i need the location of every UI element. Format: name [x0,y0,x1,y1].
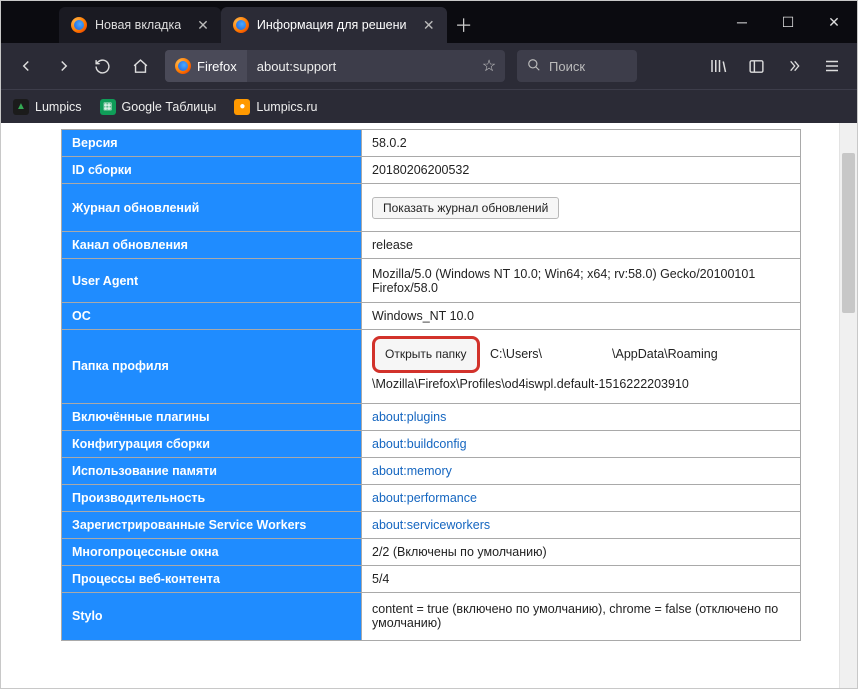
row-update-log: Журнал обновлений Показать журнал обновл… [62,184,801,232]
tab-new[interactable]: Новая вкладка ✕ [59,7,221,43]
search-icon [527,58,541,75]
row-label: Использование памяти [62,457,362,484]
row-performance: Производительность about:performance [62,484,801,511]
profile-path-part: \AppData\Roaming [612,347,718,361]
about-memory-link[interactable]: about:memory [372,464,452,478]
url-text[interactable]: about:support [247,59,473,74]
row-user-agent: User Agent Mozilla/5.0 (Windows NT 10.0;… [62,259,801,303]
row-value: Windows_NT 10.0 [362,303,801,330]
row-label: Конфигурация сборки [62,430,362,457]
row-label: Процессы веб-контента [62,565,362,592]
about-plugins-link[interactable]: about:plugins [372,410,446,424]
overflow-button[interactable] [777,50,811,82]
row-value: 20180206200532 [362,157,801,184]
row-label: Зарегистрированные Service Workers [62,511,362,538]
identity-box[interactable]: Firefox [165,50,247,82]
row-label: Включённые плагины [62,403,362,430]
row-multiprocess: Многопроцессные окна 2/2 (Включены по ум… [62,538,801,565]
close-window-button[interactable]: ✕ [811,1,857,43]
firefox-icon [71,17,87,33]
bookmark-lumpics[interactable]: ▲ Lumpics [13,99,82,115]
tab-label: Информация для решения пр [257,18,407,32]
firefox-icon [175,58,191,74]
row-value: 2/2 (Включены по умолчанию) [362,538,801,565]
row-channel: Канал обновления release [62,232,801,259]
row-value: release [362,232,801,259]
tab-strip: Новая вкладка ✕ Информация для решения п… [1,1,857,43]
home-button[interactable] [123,50,157,82]
identity-label: Firefox [197,59,237,74]
triangle-icon: ▲ [13,99,29,115]
row-service-workers: Зарегистрированные Service Workers about… [62,511,801,538]
row-label: Версия [62,130,362,157]
bookmark-lumpics-ru[interactable]: ● Lumpics.ru [234,99,317,115]
row-web-content-processes: Процессы веб-контента 5/4 [62,565,801,592]
sheets-icon: ▦ [100,99,116,115]
bookmarks-bar: ▲ Lumpics ▦ Google Таблицы ● Lumpics.ru [1,89,857,123]
forward-button[interactable] [47,50,81,82]
bookmark-label: Lumpics.ru [256,100,317,114]
bookmark-star-icon[interactable]: ☆ [473,56,505,76]
row-label: Stylo [62,592,362,640]
row-value: Показать журнал обновлений [362,184,801,232]
scrollbar-thumb[interactable] [842,153,855,313]
reload-button[interactable] [85,50,119,82]
row-label: Производительность [62,484,362,511]
url-bar[interactable]: Firefox about:support ☆ [165,50,505,82]
row-label: ID сборки [62,157,362,184]
maximize-button[interactable]: ☐ [765,1,811,43]
support-table: Версия 58.0.2 ID сборки 20180206200532 Ж… [61,129,801,641]
row-stylo: Stylo content = true (включено по умолча… [62,592,801,640]
bookmark-label: Google Таблицы [122,100,217,114]
tab-about-support[interactable]: Информация для решения пр ✕ [221,7,447,43]
row-value: 5/4 [362,565,801,592]
row-label: Многопроцессные окна [62,538,362,565]
about-serviceworkers-link[interactable]: about:serviceworkers [372,518,490,532]
row-os: ОС Windows_NT 10.0 [62,303,801,330]
window-controls: ─ ☐ ✕ [719,1,857,43]
row-version: Версия 58.0.2 [62,130,801,157]
row-value: 58.0.2 [362,130,801,157]
page-content: Версия 58.0.2 ID сборки 20180206200532 Ж… [1,123,857,688]
tab-label: Новая вкладка [95,18,181,32]
close-icon[interactable]: ✕ [423,17,435,34]
profile-path-part: C:\Users\ [490,347,542,361]
row-profile-folder: Папка профиля Открыть папку C:\Users\ \Ap… [62,330,801,404]
profile-path-part: \Mozilla\Firefox\Profiles\od4iswpl.defau… [372,377,689,391]
bookmark-google-sheets[interactable]: ▦ Google Таблицы [100,99,217,115]
bookmark-label: Lumpics [35,100,82,114]
row-label: User Agent [62,259,362,303]
row-buildconfig: Конфигурация сборки about:buildconfig [62,430,801,457]
globe-icon: ● [234,99,250,115]
minimize-button[interactable]: ─ [719,1,765,43]
show-update-log-button[interactable]: Показать журнал обновлений [372,197,559,219]
firefox-icon [233,17,249,33]
open-folder-button[interactable]: Открыть папку [372,336,480,373]
close-icon[interactable]: ✕ [197,17,209,34]
row-value: content = true (включено по умолчанию), … [362,592,801,640]
back-button[interactable] [9,50,43,82]
library-button[interactable] [701,50,735,82]
row-build-id: ID сборки 20180206200532 [62,157,801,184]
about-buildconfig-link[interactable]: about:buildconfig [372,437,467,451]
row-memory: Использование памяти about:memory [62,457,801,484]
browser-window: Новая вкладка ✕ Информация для решения п… [0,0,858,689]
new-tab-button[interactable]: ＋ [447,7,481,43]
row-label: Папка профиля [62,330,362,404]
about-performance-link[interactable]: about:performance [372,491,477,505]
row-plugins: Включённые плагины about:plugins [62,403,801,430]
row-value: Mozilla/5.0 (Windows NT 10.0; Win64; x64… [362,259,801,303]
search-placeholder: Поиск [549,59,585,74]
scrollbar[interactable] [839,123,857,688]
menu-button[interactable] [815,50,849,82]
search-bar[interactable]: Поиск [517,50,637,82]
row-value: Открыть папку C:\Users\\AppData\Roaming … [362,330,801,404]
sidebar-button[interactable] [739,50,773,82]
row-label: Канал обновления [62,232,362,259]
nav-toolbar: Firefox about:support ☆ Поиск [1,43,857,89]
row-label: Журнал обновлений [62,184,362,232]
row-label: ОС [62,303,362,330]
